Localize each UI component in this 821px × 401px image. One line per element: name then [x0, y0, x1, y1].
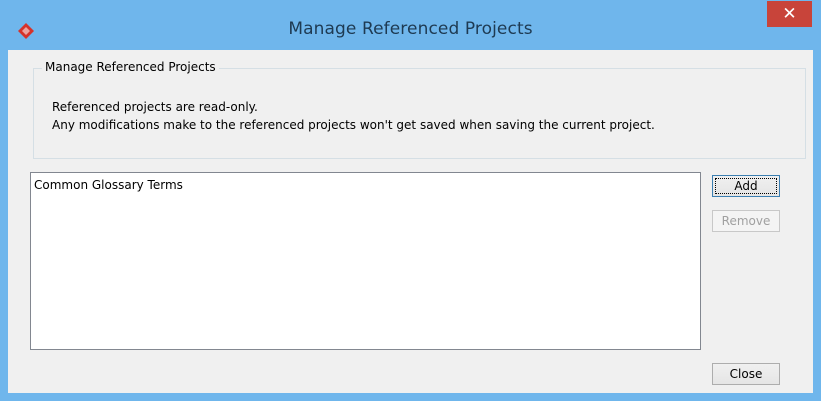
close-button[interactable]: Close	[712, 363, 780, 385]
groupbox-title: Manage Referenced Projects	[42, 60, 219, 74]
remove-button[interactable]: Remove	[712, 210, 780, 232]
window-close-button[interactable]: ✕	[767, 1, 812, 27]
info-text-readonly: Referenced projects are read-only.	[52, 100, 258, 114]
close-icon: ✕	[782, 3, 797, 24]
info-text-modifications: Any modifications make to the referenced…	[52, 118, 655, 132]
referenced-projects-list[interactable]: Common Glossary Terms	[30, 172, 701, 350]
window-title: Manage Referenced Projects	[288, 19, 533, 39]
remove-button-label: Remove	[721, 214, 771, 228]
focus-rect	[715, 178, 777, 194]
close-button-label: Close	[729, 367, 763, 381]
add-button[interactable]: Add	[712, 175, 780, 197]
list-item[interactable]: Common Glossary Terms	[34, 178, 183, 192]
info-groupbox: Manage Referenced Projects Referenced pr…	[33, 60, 806, 159]
dialog-window: Manage Referenced Projects ✕ Manage Refe…	[0, 0, 821, 401]
dialog-content: Manage Referenced Projects Referenced pr…	[8, 50, 813, 393]
